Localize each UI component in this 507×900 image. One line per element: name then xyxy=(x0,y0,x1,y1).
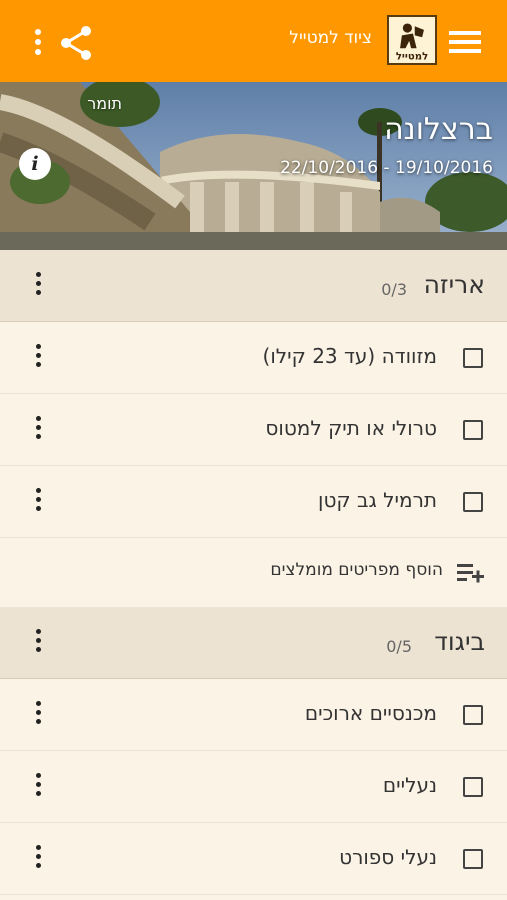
list-item[interactable]: מזוודה (עד 23 קילו) xyxy=(0,322,507,394)
item-menu-icon[interactable] xyxy=(28,769,48,805)
hamburger-icon[interactable] xyxy=(445,24,485,60)
item-menu-icon[interactable] xyxy=(28,340,48,376)
list-item[interactable]: טרולי או תיק למטוס xyxy=(0,394,507,466)
info-icon[interactable]: i xyxy=(19,148,51,180)
list-item[interactable]: מכנסיים ארוכים xyxy=(0,679,507,751)
list-item[interactable]: נעלי ספורט xyxy=(0,823,507,895)
playlist-add-icon[interactable] xyxy=(457,562,485,584)
section-count: 0/5 xyxy=(386,637,412,656)
item-checkbox[interactable] xyxy=(463,420,483,440)
trip-dates: 22/10/2016 - 19/10/2016 xyxy=(280,158,493,178)
section-menu-icon[interactable] xyxy=(28,268,48,304)
item-checkbox[interactable] xyxy=(463,705,483,725)
item-label: נעליים xyxy=(382,773,437,797)
item-label: טרולי או תיק למטוס xyxy=(265,416,437,440)
item-menu-icon[interactable] xyxy=(28,841,48,877)
add-recommended-items-button[interactable]: הוסף מפריטים מומלצים xyxy=(0,538,507,610)
section-header-packing[interactable]: 0/3 אריזה xyxy=(0,250,507,322)
item-checkbox[interactable] xyxy=(463,348,483,368)
app-logo: למטייל xyxy=(387,15,437,65)
trip-header-image: תומר ברצלונה 22/10/2016 - 19/10/2016 i xyxy=(0,82,507,250)
item-checkbox[interactable] xyxy=(463,777,483,797)
svg-text:למטייל: למטייל xyxy=(396,51,428,62)
section-title: אריזה xyxy=(423,270,485,299)
trip-owner: תומר xyxy=(87,94,122,113)
item-label: נעלי ספורט xyxy=(339,845,437,869)
item-menu-icon[interactable] xyxy=(28,484,48,520)
trip-title: ברצלונה xyxy=(384,112,493,147)
share-icon[interactable] xyxy=(58,24,94,62)
section-count: 0/3 xyxy=(381,280,407,299)
section-header-clothing[interactable]: 0/5 ביגוד xyxy=(0,607,507,679)
app-toolbar: ציוד למטייל למטייל xyxy=(0,0,507,82)
add-recommended-label: הוסף מפריטים מומלצים xyxy=(270,560,443,580)
item-checkbox[interactable] xyxy=(463,849,483,869)
item-label: תרמיל גב קטן xyxy=(318,488,437,512)
item-menu-icon[interactable] xyxy=(28,412,48,448)
item-label: מזוודה (עד 23 קילו) xyxy=(262,344,437,368)
item-label: מכנסיים ארוכים xyxy=(304,701,437,725)
section-title: ביגוד xyxy=(434,627,485,656)
more-vert-icon[interactable] xyxy=(20,24,56,60)
list-item[interactable]: תרמיל גב קטן xyxy=(0,466,507,538)
section-menu-icon[interactable] xyxy=(28,625,48,661)
item-checkbox[interactable] xyxy=(463,492,483,512)
list-item[interactable]: נעליים xyxy=(0,751,507,823)
app-title: ציוד למטייל xyxy=(289,28,372,48)
item-menu-icon[interactable] xyxy=(28,697,48,733)
